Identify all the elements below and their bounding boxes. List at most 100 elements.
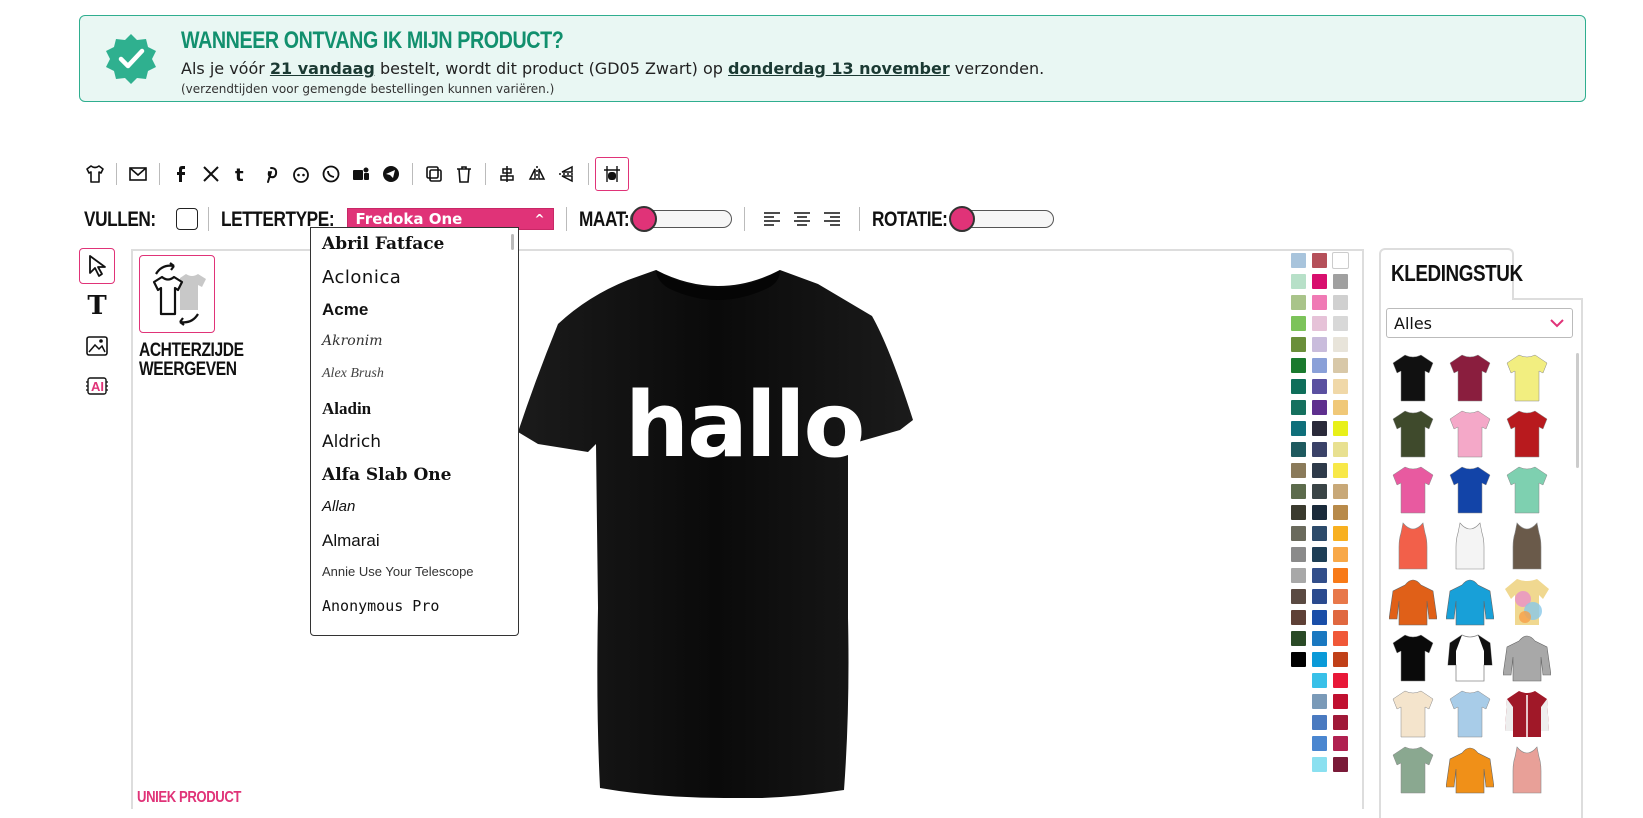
- garment-thumbnail[interactable]: [1503, 743, 1551, 795]
- color-swatch[interactable]: [1290, 399, 1307, 416]
- align-right-icon[interactable]: [817, 206, 847, 232]
- color-swatch[interactable]: [1332, 609, 1349, 626]
- garment-thumbnail[interactable]: [1445, 743, 1495, 795]
- garment-thumbnail[interactable]: [1389, 407, 1437, 459]
- flip-horizontal-icon[interactable]: [522, 159, 552, 189]
- garment-thumbnail[interactable]: [1389, 463, 1437, 515]
- garment-thumbnail[interactable]: [1503, 575, 1551, 627]
- font-option[interactable]: Acme: [311, 294, 518, 327]
- color-swatch[interactable]: [1290, 252, 1307, 269]
- color-swatch[interactable]: [1311, 336, 1328, 353]
- color-swatch[interactable]: [1290, 504, 1307, 521]
- garment-thumbnail[interactable]: [1503, 351, 1551, 403]
- color-swatch[interactable]: [1290, 651, 1307, 668]
- color-swatch[interactable]: [1311, 294, 1328, 311]
- shirt-design-text[interactable]: hallo: [625, 381, 865, 471]
- trash-icon[interactable]: [449, 159, 479, 189]
- color-swatch[interactable]: [1332, 315, 1349, 332]
- color-swatch[interactable]: [1311, 609, 1328, 626]
- font-option[interactable]: Aclonica: [311, 261, 518, 294]
- color-swatch[interactable]: [1290, 567, 1307, 584]
- fill-checkbox[interactable]: [175, 208, 198, 230]
- text-tool-icon[interactable]: T: [79, 288, 115, 324]
- color-swatch[interactable]: [1332, 546, 1349, 563]
- facebook-icon[interactable]: [166, 159, 196, 189]
- garment-thumbnail[interactable]: [1389, 631, 1437, 683]
- grid-icon[interactable]: [595, 157, 629, 191]
- color-swatch[interactable]: [1290, 525, 1307, 542]
- color-swatch[interactable]: [1332, 651, 1349, 668]
- ship-date-link[interactable]: donderdag 13 november: [728, 59, 950, 78]
- color-swatch[interactable]: [1290, 588, 1307, 605]
- tshirt-preview[interactable]: [518, 268, 928, 798]
- reddit-icon[interactable]: [286, 159, 316, 189]
- color-swatch[interactable]: [1290, 483, 1307, 500]
- color-swatch[interactable]: [1311, 546, 1328, 563]
- color-swatch[interactable]: [1290, 315, 1307, 332]
- color-swatch[interactable]: [1332, 735, 1349, 752]
- color-swatch[interactable]: [1311, 504, 1328, 521]
- color-swatch[interactable]: [1332, 756, 1349, 773]
- color-swatch[interactable]: [1311, 399, 1328, 416]
- font-dropdown-list[interactable]: Abril Fatface Aclonica Acme Akronim Alex…: [310, 227, 519, 636]
- font-option[interactable]: Alex Brush: [311, 360, 518, 393]
- size-slider-knob[interactable]: [630, 206, 657, 232]
- color-swatch[interactable]: [1311, 252, 1328, 269]
- garment-list-scrollbar[interactable]: [1576, 353, 1579, 468]
- color-swatch[interactable]: [1332, 294, 1349, 311]
- cursor-icon[interactable]: [79, 248, 115, 284]
- align-center-icon[interactable]: [492, 159, 522, 189]
- font-option[interactable]: Almarai: [311, 525, 518, 558]
- font-option[interactable]: Aladin: [311, 393, 518, 426]
- color-swatch[interactable]: [1332, 630, 1349, 647]
- color-swatch[interactable]: [1332, 357, 1349, 374]
- color-swatch[interactable]: [1290, 462, 1307, 479]
- color-swatch[interactable]: [1311, 714, 1328, 731]
- font-option[interactable]: Abril Fatface: [311, 228, 518, 261]
- color-swatch[interactable]: [1290, 546, 1307, 563]
- color-swatch[interactable]: [1332, 693, 1349, 710]
- garment-thumbnail[interactable]: [1446, 463, 1494, 515]
- color-swatch[interactable]: [1332, 525, 1349, 542]
- color-swatch[interactable]: [1311, 357, 1328, 374]
- rotation-slider[interactable]: [948, 206, 1054, 232]
- color-swatch[interactable]: [1311, 483, 1328, 500]
- x-icon[interactable]: [196, 159, 226, 189]
- color-swatch[interactable]: [1332, 273, 1349, 290]
- garment-thumbnail[interactable]: [1388, 575, 1438, 627]
- whatsapp-icon[interactable]: [316, 159, 346, 189]
- color-swatch[interactable]: [1311, 420, 1328, 437]
- rotation-slider-knob[interactable]: [948, 206, 975, 232]
- color-swatch[interactable]: [1332, 504, 1349, 521]
- color-swatch[interactable]: [1311, 525, 1328, 542]
- color-swatch[interactable]: [1290, 294, 1307, 311]
- color-swatch[interactable]: [1332, 420, 1349, 437]
- garment-thumbnail[interactable]: [1389, 351, 1437, 403]
- color-swatch[interactable]: [1290, 273, 1307, 290]
- color-swatch[interactable]: [1290, 609, 1307, 626]
- garment-thumbnail[interactable]: [1389, 743, 1437, 795]
- garment-thumbnail[interactable]: [1446, 519, 1494, 571]
- deadline-link[interactable]: 21 vandaag: [270, 59, 375, 78]
- tshirt-icon[interactable]: [80, 159, 110, 189]
- garment-thumbnail[interactable]: [1503, 407, 1551, 459]
- tumblr-icon[interactable]: t: [226, 159, 256, 189]
- garment-thumbnail[interactable]: [1446, 407, 1494, 459]
- color-swatch[interactable]: [1290, 357, 1307, 374]
- color-swatch[interactable]: [1311, 462, 1328, 479]
- color-swatch[interactable]: [1311, 651, 1328, 668]
- color-swatch[interactable]: [1311, 441, 1328, 458]
- align-left-icon[interactable]: [757, 206, 787, 232]
- color-swatch[interactable]: [1311, 273, 1328, 290]
- size-slider[interactable]: [629, 206, 732, 232]
- color-swatch[interactable]: [1332, 441, 1349, 458]
- flip-vertical-icon[interactable]: [552, 159, 582, 189]
- copy-icon[interactable]: [419, 159, 449, 189]
- color-swatch[interactable]: [1311, 672, 1328, 689]
- color-swatch[interactable]: [1311, 756, 1328, 773]
- font-option[interactable]: Aldrich: [311, 426, 518, 459]
- color-swatch[interactable]: [1332, 567, 1349, 584]
- color-swatch[interactable]: [1290, 420, 1307, 437]
- garment-thumbnail[interactable]: [1446, 631, 1494, 683]
- color-swatch[interactable]: [1311, 315, 1328, 332]
